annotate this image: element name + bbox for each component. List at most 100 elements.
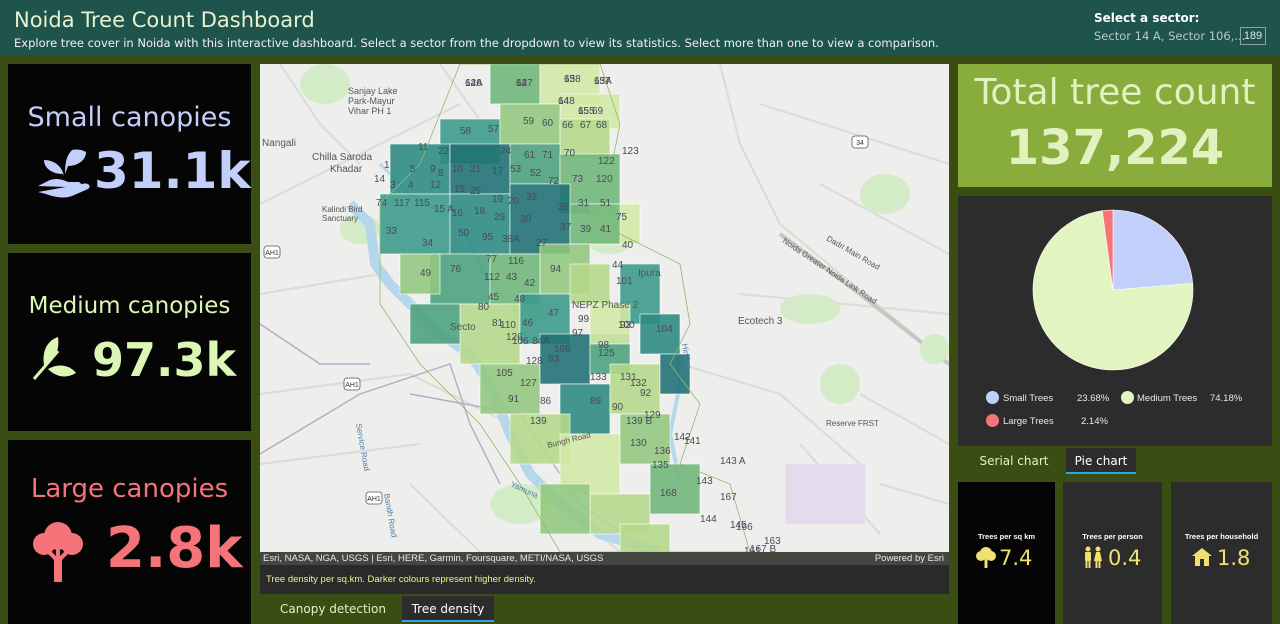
sector-label: 27 (536, 238, 548, 249)
stat-label-sq-km: Trees per sq km (977, 532, 1036, 541)
sector-label: 167 (720, 492, 737, 503)
sector-label: 38A (502, 234, 520, 245)
sector-label: 61 (524, 150, 536, 161)
sector-label: 49 (420, 268, 432, 279)
green-area (860, 174, 910, 214)
sector-label: 80 (478, 302, 490, 313)
sector-label: 20 (508, 196, 520, 207)
sector-polygon[interactable] (619, 523, 671, 552)
stat-label-household: Trees per household (1184, 532, 1259, 541)
sector-label: 5 (410, 164, 416, 175)
legend-large-pct: 2.14% (1081, 416, 1108, 427)
sector-label: 37 (560, 222, 572, 233)
pie-slice-small-trees[interactable] (1112, 209, 1194, 291)
place-label: Kalindi Bird (322, 205, 362, 214)
sector-label: 14 (374, 174, 386, 185)
sector-label: 46 (522, 318, 534, 329)
sector-label: 67 (580, 120, 592, 131)
place-label: Chilla Saroda (312, 152, 372, 163)
sector-label: 89 (590, 396, 602, 407)
sector-label: 117 (394, 198, 410, 209)
sector-label: 86 (540, 396, 552, 407)
attribution-text: Esri, NASA, NGA, USGS | Esri, HERE, Garm… (263, 553, 604, 564)
pie-chart-panel: Small Trees 23.68% Medium Trees 74.18% L… (958, 196, 1272, 446)
stat-label-person: Trees per person (1082, 532, 1143, 541)
sector-label: 97 (572, 328, 584, 339)
sector-label: 143 A (720, 456, 746, 467)
sector-label: 116 (508, 256, 524, 267)
sector-label: 110 (500, 320, 516, 331)
sector-label: 120 (596, 174, 613, 185)
sector-label: 32 (526, 192, 538, 203)
sector-polygon[interactable] (539, 483, 591, 535)
sector-label: 92 (640, 388, 652, 399)
sector-label: 146 (465, 78, 482, 89)
place-label: Ecotech 3 (738, 316, 783, 327)
legend-dot-large (986, 414, 999, 427)
sector-label: 40 (622, 240, 634, 251)
stat-value-person: 0.4 (1108, 546, 1142, 570)
sector-label: 41 (600, 224, 612, 235)
tab-tree-density[interactable]: Tree density (402, 596, 494, 622)
sector-label: 168 (660, 488, 677, 499)
small-canopies-label: Small canopies (27, 102, 232, 133)
sector-label: 95 (482, 232, 494, 243)
sector-label: 44 (612, 260, 624, 271)
sector-label: 52 (530, 168, 542, 179)
sector-label: 76 (450, 264, 462, 275)
tree-density-map[interactable]: 62A 63 63A 62 64 65 69 58 57 59 60 66 67 68 122 123 11 22… (260, 64, 949, 552)
sector-label: 66 (562, 120, 574, 131)
sector-label: 94 (550, 264, 562, 275)
legend-dot-small (986, 391, 999, 404)
sector-label: 123 (622, 146, 639, 157)
pie-chart[interactable] (958, 196, 1272, 376)
sector-label: 11 (418, 142, 429, 153)
sector-label: 30 (520, 214, 532, 225)
sector-label: 130 (630, 438, 647, 449)
place-label: Ipura (638, 268, 661, 279)
house-icon (1192, 548, 1212, 566)
sector-label: 122 (598, 156, 615, 167)
small-canopies-value: 31.1k (94, 142, 251, 200)
legend-small-pct: 23.68% (1077, 393, 1110, 404)
sector-label: 34 (422, 238, 434, 249)
tab-canopy-detection[interactable]: Canopy detection (270, 596, 396, 622)
sector-label: 143 (696, 476, 713, 487)
sector-label: 59 (523, 116, 535, 127)
sector-label: 142 (674, 432, 691, 443)
tab-serial-chart[interactable]: Serial chart (970, 448, 1058, 474)
sector-label: 83 (548, 354, 560, 365)
map-attribution: Esri, NASA, NGA, USGS | Esri, HERE, Garm… (260, 552, 949, 565)
sector-label: 126 (506, 332, 523, 343)
sector-label: 22 (438, 146, 450, 157)
sector-label: 108 (554, 344, 571, 355)
sector-polygon[interactable] (569, 203, 621, 245)
sector-label: 50 (458, 228, 470, 239)
sector-label: 99 (578, 314, 590, 325)
sector-label: 128 (526, 356, 543, 367)
sector-label: 127 (520, 378, 537, 389)
large-canopies-value: 2.8k (106, 516, 243, 581)
powered-by-esri[interactable]: Powered by Esri (875, 552, 944, 565)
tab-pie-chart[interactable]: Pie chart (1066, 448, 1136, 474)
place-label: Nangali (262, 138, 296, 149)
sector-label: 9 (430, 164, 436, 175)
place-label: Park-Mayur (348, 96, 395, 106)
green-area (780, 294, 840, 324)
small-canopies-card: Small canopies 31.1k (8, 64, 251, 244)
sector-label: 129 (644, 410, 661, 421)
sector-label: 19 (492, 194, 504, 205)
page-subtitle: Explore tree cover in Noida with this in… (14, 36, 939, 50)
sector-label: 60 (542, 118, 554, 129)
legend-dot-medium (1121, 391, 1134, 404)
stat-value-sq-km: 7.4 (999, 546, 1033, 570)
map-canvas[interactable]: 62A 63 63A626465 6958 5759 60 66 67 6812212311 22… (260, 64, 949, 552)
sector-label: 35 (558, 202, 570, 213)
medium-canopies-value: 97.3k (92, 333, 237, 387)
sector-label: 58 (460, 126, 472, 137)
sector-label: 147 (516, 78, 533, 89)
sector-selector[interactable]: Sector 14 A, Sector 106,... (1094, 29, 1245, 43)
sector-label: 70 (564, 148, 576, 159)
sector-polygon[interactable] (569, 263, 611, 305)
sector-label: 73 (572, 174, 584, 185)
